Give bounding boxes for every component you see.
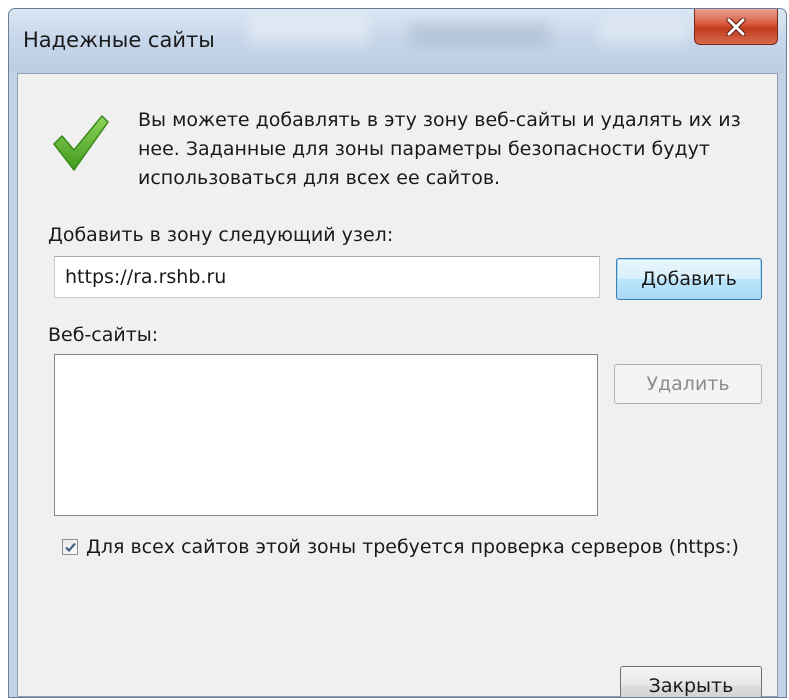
remove-button[interactable]: Удалить	[614, 364, 762, 404]
https-checkbox[interactable]	[62, 539, 78, 555]
window-title: Надежные сайты	[23, 28, 215, 52]
close-button[interactable]: Закрыть	[620, 666, 762, 697]
websites-label: Веб-сайты:	[48, 324, 159, 346]
websites-list[interactable]	[54, 354, 598, 516]
title-bar[interactable]: Надежные сайты	[9, 9, 786, 73]
add-zone-label: Добавить в зону следующий узел:	[48, 224, 394, 246]
dialog-window: Надежные сайты Вы можете добавлять в эту…	[8, 8, 787, 698]
window-close-button[interactable]	[694, 9, 778, 45]
checkmark-icon	[53, 115, 109, 171]
add-button[interactable]: Добавить	[616, 258, 762, 300]
site-url-input[interactable]	[54, 256, 600, 298]
https-check-row[interactable]: Для всех сайтов этой зоны требуется пров…	[62, 536, 739, 558]
https-check-label: Для всех сайтов этой зоны требуется пров…	[86, 536, 739, 558]
intro-text: Вы можете добавлять в эту зону веб-сайты…	[138, 109, 741, 189]
checkbox-check-icon	[65, 542, 76, 553]
close-icon	[726, 17, 746, 36]
dialog-body: Вы можете добавлять в эту зону веб-сайты…	[17, 73, 778, 697]
